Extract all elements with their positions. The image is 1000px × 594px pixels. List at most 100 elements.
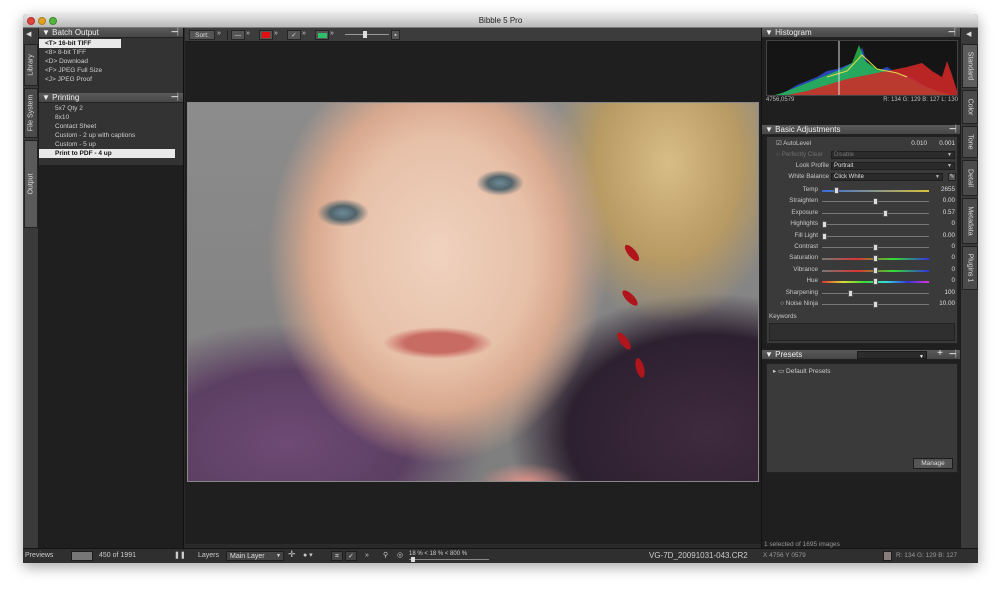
perfectly-clear-dropdown[interactable]: Disable ▼ — [831, 151, 955, 159]
pin-icon[interactable]: ━┥ — [172, 93, 180, 103]
print-item-8x10[interactable]: 8x10 — [39, 113, 183, 122]
add-preset-icon[interactable]: + — [937, 349, 943, 359]
pin-icon[interactable]: ━┥ — [950, 125, 958, 135]
slider-track[interactable] — [822, 244, 929, 251]
add-layer-icon[interactable]: ✛ — [288, 549, 296, 559]
zoom-icon[interactable]: ⚲ — [383, 551, 388, 561]
minimize-window-button[interactable] — [38, 17, 46, 25]
slider-knob[interactable] — [873, 266, 878, 274]
grid-view-button[interactable] — [315, 30, 329, 40]
slider-value[interactable]: 100 — [944, 288, 955, 298]
slider-knob[interactable] — [363, 31, 367, 38]
more-icon[interactable]: » — [246, 30, 250, 37]
slider-track[interactable] — [822, 255, 929, 263]
slider-value[interactable]: 0.57 — [943, 208, 955, 218]
slider-value[interactable]: 0 — [951, 253, 955, 263]
thumbnail-size-slider[interactable] — [345, 31, 389, 38]
slider-knob[interactable] — [834, 187, 840, 194]
autolevel-checkbox[interactable]: ☑ AutoLevel — [776, 139, 811, 149]
autolevel-value-1[interactable]: 0.010 — [911, 139, 927, 149]
slider-knob[interactable] — [822, 221, 827, 229]
basic-adjustments-header[interactable]: ▼ Basic Adjustments ━┥ — [762, 125, 961, 135]
more-icon[interactable]: » — [274, 30, 278, 37]
tab-detail[interactable]: Detail — [962, 160, 978, 196]
collapse-right-icon[interactable]: ◀ — [966, 30, 971, 38]
tab-library[interactable]: Library — [24, 44, 38, 86]
pin-icon[interactable]: ━┥ — [172, 28, 180, 38]
slider-knob[interactable] — [873, 244, 878, 251]
color-tag-button[interactable] — [259, 30, 273, 40]
slider-knob[interactable] — [873, 255, 878, 263]
layer-dropdown[interactable]: Main Layer ▼ — [226, 551, 284, 561]
tab-plugins[interactable]: Plugins 1 — [962, 246, 978, 290]
crop-tool-button[interactable]: ⌗ — [331, 551, 343, 561]
print-item-5x7[interactable]: 5x7 Qty 2 — [39, 104, 183, 113]
manage-button[interactable]: Manage — [913, 458, 953, 469]
slider-track[interactable] — [822, 221, 929, 229]
printing-header[interactable]: ▼ Printing ━┥ — [39, 93, 183, 103]
slider-value[interactable]: 0 — [951, 265, 955, 275]
print-item-custom-2up[interactable]: Custom - 2 up with captions — [39, 131, 183, 140]
zoom-window-button[interactable] — [49, 17, 57, 25]
slider-value[interactable]: 2655 — [941, 185, 955, 195]
batch-item-8bit-tiff[interactable]: <8> 8-bit TIFF — [39, 48, 183, 57]
tab-output[interactable]: Output — [24, 140, 38, 228]
size-icon[interactable]: ▪ — [391, 30, 400, 40]
print-item-contact-sheet[interactable]: Contact Sheet — [39, 122, 183, 131]
slider-knob[interactable] — [847, 289, 853, 297]
pause-icon[interactable]: ❚❚ — [174, 551, 186, 561]
slider-track[interactable] — [822, 289, 929, 297]
keywords-field[interactable] — [769, 323, 955, 341]
batch-output-header[interactable]: ▼ Batch Output ━┥ — [39, 28, 183, 38]
tab-file-system[interactable]: File System — [24, 88, 38, 138]
slider-value[interactable]: 0.00 — [943, 231, 955, 241]
batch-item-16bit-tiff[interactable]: <T> 16-bit TIFF — [39, 39, 121, 48]
zoom-slider[interactable] — [409, 557, 489, 562]
look-profile-dropdown[interactable]: Portrait ▼ — [831, 162, 955, 170]
sort-more-icon[interactable]: » — [217, 30, 221, 37]
autolevel-value-2[interactable]: 0.001 — [939, 139, 955, 149]
sort-button[interactable]: Sort: — [189, 30, 215, 40]
image-viewer[interactable] — [185, 42, 761, 544]
more-tools-icon[interactable]: » — [365, 551, 369, 561]
slider-track[interactable] — [822, 266, 929, 274]
presets-dropdown[interactable]: ▼ — [857, 351, 927, 360]
more-icon[interactable]: » — [330, 30, 334, 37]
batch-item-jpeg-full[interactable]: <F> JPEG Full Size — [39, 66, 183, 75]
slider-value[interactable]: 0 — [951, 242, 955, 252]
slider-knob[interactable] — [873, 278, 878, 286]
slider-track[interactable] — [822, 232, 929, 240]
slider-value[interactable]: 10.00 — [939, 299, 955, 309]
more-icon[interactable]: » — [302, 30, 306, 37]
tab-tone[interactable]: Tone — [962, 126, 978, 158]
default-presets-item[interactable]: ▸ ▭ Default Presets — [773, 367, 830, 375]
tab-color[interactable]: Color — [962, 90, 978, 124]
print-item-custom-5up[interactable]: Custom - 5 up — [39, 140, 183, 149]
pen-tool-button[interactable]: ✓ — [345, 551, 357, 561]
slider-value[interactable]: 0 — [951, 219, 955, 229]
slider-track[interactable] — [822, 187, 929, 194]
rating-filter-button[interactable]: — — [231, 30, 245, 40]
slider-track[interactable] — [822, 278, 929, 286]
slider-track[interactable] — [822, 209, 929, 217]
histogram-header[interactable]: ▼ Histogram ━┥ — [762, 28, 960, 38]
slider-knob[interactable] — [411, 557, 415, 562]
white-balance-dropdown[interactable]: Click White ▼ — [831, 173, 943, 181]
batch-item-jpeg-proof[interactable]: <J> JPEG Proof — [39, 75, 183, 84]
slider-knob[interactable] — [873, 198, 878, 206]
zoom-fit-icon[interactable]: ◎ — [397, 551, 403, 561]
slider-value[interactable]: 0.00 — [943, 196, 955, 206]
slider-track[interactable] — [822, 301, 929, 308]
slider-knob[interactable] — [873, 301, 878, 308]
slider-knob[interactable] — [883, 209, 889, 217]
print-item-pdf-4up[interactable]: Print to PDF - 4 up — [39, 149, 175, 158]
slider-track[interactable] — [822, 198, 929, 206]
pin-icon[interactable]: ━┥ — [949, 28, 957, 38]
brush-icon[interactable]: ● ▾ — [303, 551, 313, 561]
eyedropper-icon[interactable]: ✎ — [948, 173, 956, 181]
tab-metadata[interactable]: Metadata — [962, 198, 978, 244]
pin-icon[interactable]: ━┥ — [950, 350, 958, 360]
slider-knob[interactable] — [822, 232, 827, 240]
perfectly-clear-label[interactable]: ○ Perfectly Clear — [776, 150, 823, 160]
slider-value[interactable]: 0 — [951, 276, 955, 286]
